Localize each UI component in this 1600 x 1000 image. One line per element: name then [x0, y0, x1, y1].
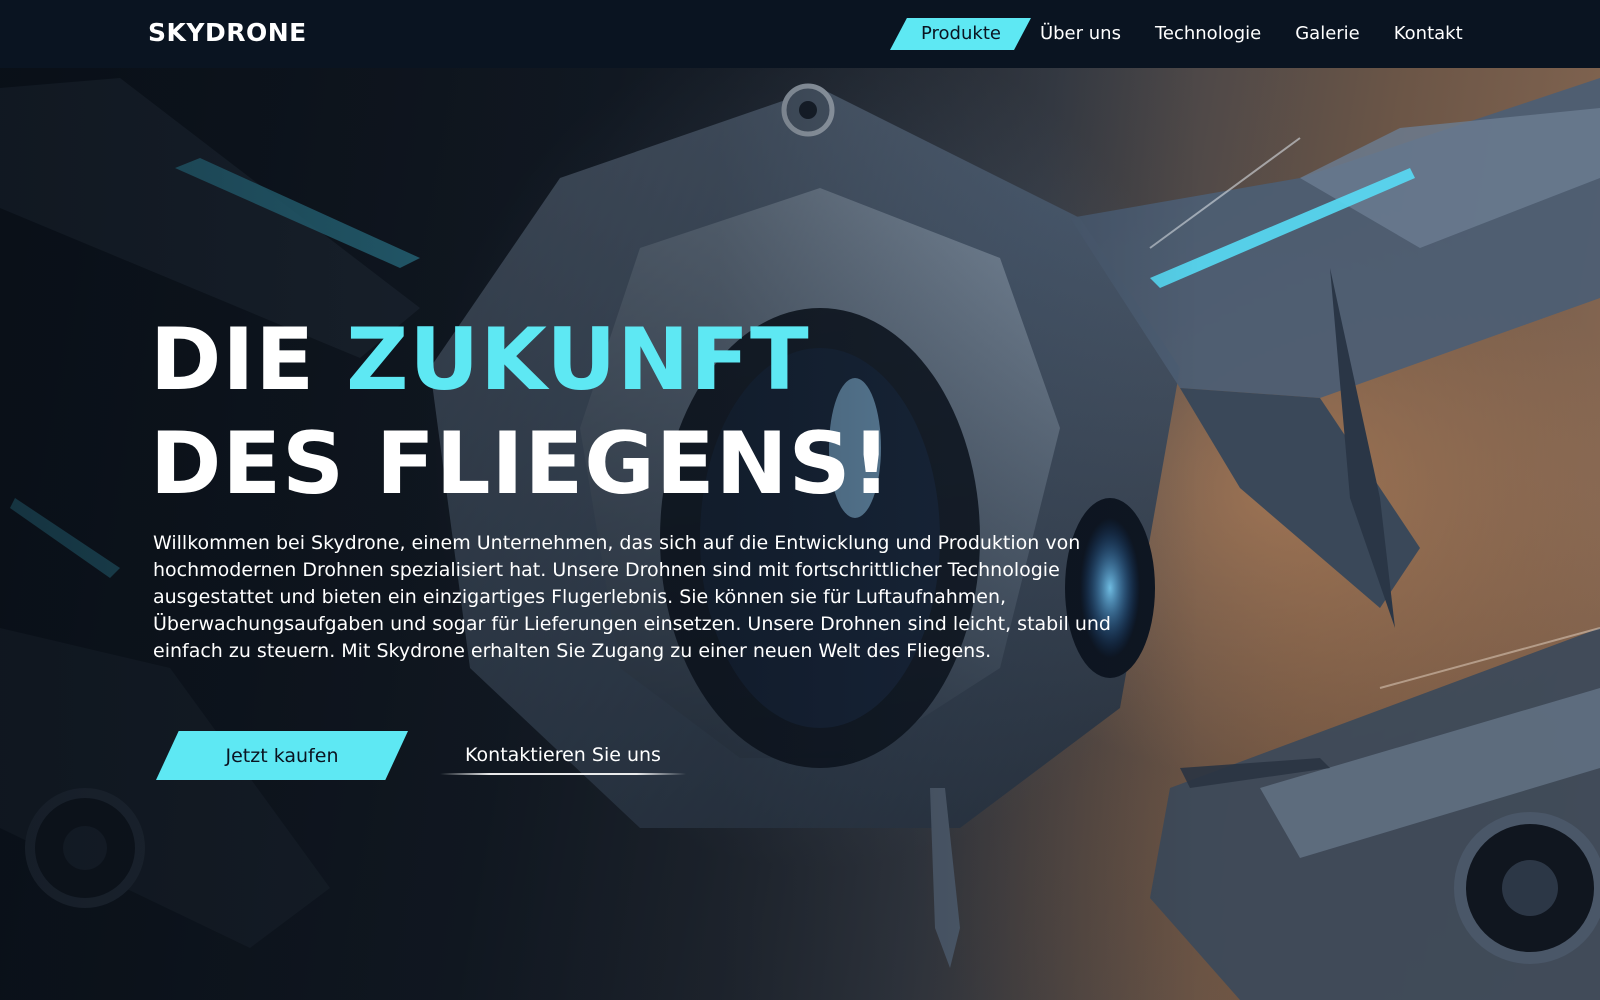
- headline-accent: ZUKUNFT: [346, 310, 810, 410]
- nav-item-galerie[interactable]: Galerie: [1295, 18, 1360, 50]
- buy-now-button[interactable]: Jetzt kaufen: [156, 731, 408, 780]
- nav-item-produkte[interactable]: Produkte: [890, 18, 1031, 50]
- hero-intro-text: Willkommen bei Skydrone, einem Unternehm…: [153, 532, 1111, 662]
- nav-item-kontakt[interactable]: Kontakt: [1394, 18, 1463, 50]
- landing-page: SKYDRONE Produkte Über uns Technologie G…: [0, 0, 1600, 1000]
- headline-line-2: DES FLIEGENS!: [150, 414, 892, 514]
- headline-part-1: DIE: [150, 310, 347, 410]
- nav-item-technologie[interactable]: Technologie: [1155, 18, 1261, 50]
- hero-headline: DIE ZUKUNFT DES FLIEGENS!: [150, 308, 892, 516]
- brand-logo[interactable]: SKYDRONE: [148, 18, 307, 47]
- main-navigation: Produkte Über uns Technologie Galerie Ko…: [890, 18, 1463, 50]
- nav-item-ueber-uns[interactable]: Über uns: [1040, 18, 1121, 50]
- contact-us-button[interactable]: Kontaktieren Sie uns: [440, 737, 686, 775]
- site-header: SKYDRONE Produkte Über uns Technologie G…: [0, 0, 1600, 68]
